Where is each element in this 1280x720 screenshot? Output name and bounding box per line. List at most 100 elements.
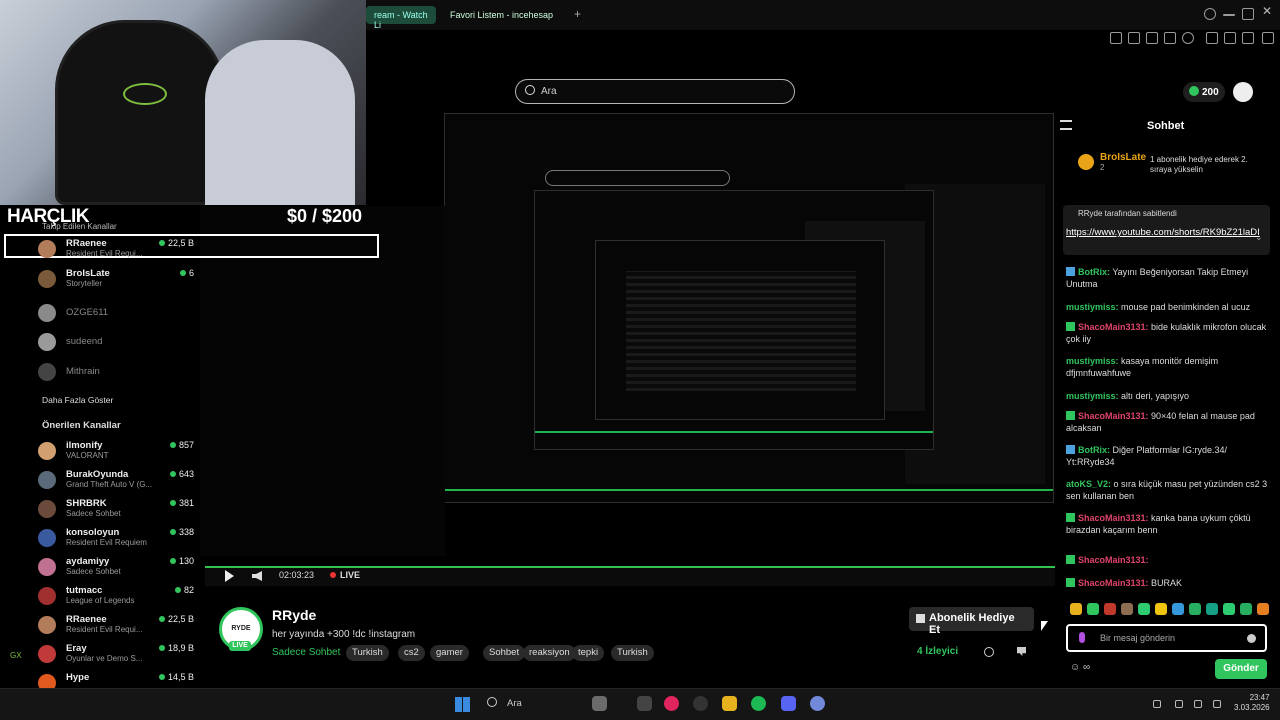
emote-icon[interactable] xyxy=(1155,603,1167,615)
tag-turkish[interactable]: Turkish xyxy=(611,645,654,661)
emote-icon[interactable] xyxy=(1189,603,1201,615)
chat-username[interactable]: mustiymiss: xyxy=(1066,391,1119,401)
spotify-icon[interactable] xyxy=(751,696,766,711)
show-more-link[interactable]: Daha Fazla Göster xyxy=(42,395,113,405)
chat-username[interactable]: atoKS_V2: xyxy=(1066,479,1111,489)
chat-title: Sohbet xyxy=(1147,120,1185,132)
taskbar-search[interactable]: Ara xyxy=(487,697,522,709)
emote-icon[interactable] xyxy=(1223,603,1235,615)
search-icon[interactable] xyxy=(1204,8,1216,20)
chat-username[interactable]: ShacoMain3131: xyxy=(1078,411,1149,421)
channel-item[interactable]: BurakOyunda Grand Theft Auto V (G... 643 xyxy=(38,469,194,491)
emote-icon[interactable] xyxy=(1206,603,1218,615)
new-tab-button[interactable]: + xyxy=(566,3,582,21)
mic-tray-icon[interactable] xyxy=(1175,700,1183,708)
chat-username[interactable]: ShacoMain3131: xyxy=(1078,555,1149,565)
taskbar-clock[interactable]: 23:47 3.03.2026 xyxy=(1234,693,1270,713)
coin-balance[interactable]: 200 xyxy=(1183,82,1225,102)
channel-item[interactable]: konsoloyun Resident Evil Requiem 338 xyxy=(38,527,194,549)
share-icon[interactable] xyxy=(984,647,994,657)
opera-gx-icon[interactable] xyxy=(664,696,679,711)
settings-icon[interactable] xyxy=(781,696,796,711)
chat-username[interactable]: BotRix: xyxy=(1078,267,1110,277)
heart-icon[interactable] xyxy=(1182,32,1194,44)
tag-turkish[interactable]: Turkish xyxy=(346,645,389,661)
channel-item[interactable]: OZGE611 xyxy=(38,302,194,324)
send-button[interactable]: Gönder xyxy=(1215,659,1267,679)
tray-chevron-icon[interactable] xyxy=(1153,700,1161,708)
minimize-icon[interactable] xyxy=(1223,14,1235,16)
emote-icon[interactable] xyxy=(1104,603,1116,615)
gift-leader-name[interactable]: BroIsLate xyxy=(1100,152,1146,163)
chat-username[interactable]: ShacoMain3131: xyxy=(1078,578,1149,588)
emote-icon[interactable] xyxy=(1240,603,1252,615)
chat-text: BURAK xyxy=(1148,578,1183,588)
emoji-icon[interactable] xyxy=(1247,634,1256,643)
tab-stream[interactable]: ream - Watch Li xyxy=(366,6,436,30)
more-icon[interactable] xyxy=(1017,647,1026,656)
channel-item[interactable]: tutmacc League of Legends 82 xyxy=(38,585,194,607)
user-avatar[interactable] xyxy=(1233,82,1253,102)
chevron-down-icon[interactable]: ⌄ xyxy=(1255,232,1263,243)
channel-item[interactable]: ilmonify VALORANT 857 xyxy=(38,440,194,462)
channel-item[interactable]: BroIsLate Storyteller 6 xyxy=(38,268,194,290)
infinity-icon[interactable]: ∞ xyxy=(1083,662,1090,673)
search-input[interactable]: Ara xyxy=(515,79,795,104)
wildlife-widget-icon[interactable] xyxy=(592,696,607,711)
stream-video[interactable] xyxy=(200,110,1055,570)
emote-icon[interactable] xyxy=(1121,603,1133,615)
chat-username[interactable]: ShacoMain3131: xyxy=(1078,322,1149,332)
pinned-link[interactable]: https://www.youtube.com/shorts/RK9bZ21la… xyxy=(1066,227,1260,239)
tag-cs2[interactable]: cs2 xyxy=(398,645,425,661)
download-icon[interactable] xyxy=(1242,32,1254,44)
emote-icon[interactable] xyxy=(1172,603,1184,615)
channel-item[interactable]: aydamiyy Sadece Sohbet 130 xyxy=(38,556,194,578)
emote-icon[interactable] xyxy=(1087,603,1099,615)
channel-item[interactable]: sudeend xyxy=(38,331,194,353)
close-icon[interactable]: ✕ xyxy=(1262,4,1274,18)
chat-username[interactable]: mustiymiss: xyxy=(1066,302,1119,312)
chat-username[interactable]: mustiymiss: xyxy=(1066,356,1119,366)
bookmark-icon[interactable] xyxy=(1110,32,1122,44)
play-icon[interactable] xyxy=(1164,32,1176,44)
file-explorer-icon[interactable] xyxy=(722,696,737,711)
steam-icon[interactable] xyxy=(693,696,708,711)
tag-tepki[interactable]: tepki xyxy=(572,645,605,661)
emote-icon[interactable] xyxy=(1070,603,1082,615)
chat-icon[interactable]: ☺ xyxy=(1070,662,1080,673)
collapse-chat-icon[interactable] xyxy=(1060,120,1072,130)
live-dot xyxy=(169,471,176,477)
wifi-icon[interactable] xyxy=(1194,700,1202,708)
channel-item[interactable]: RRaenee Resident Evil Requi... 22,5 B xyxy=(38,238,194,260)
mic-icon[interactable] xyxy=(1079,632,1085,643)
tag-sohbet[interactable]: Sohbet xyxy=(483,645,526,661)
chat-username[interactable]: BotRix: xyxy=(1078,445,1110,455)
channel-item[interactable]: Eray Oyunlar ve Demo S... 18,9 B xyxy=(38,643,194,665)
extensions-icon[interactable] xyxy=(1206,32,1218,44)
channel-avatar xyxy=(38,616,56,634)
tag-reaksiyon[interactable]: reaksiyon xyxy=(523,645,576,661)
task-view-icon[interactable] xyxy=(637,696,652,711)
page-icon[interactable] xyxy=(1128,32,1140,44)
channel-item[interactable]: SHRBRK Sadece Sohbet 381 xyxy=(38,498,194,520)
menu-icon[interactable] xyxy=(1262,32,1274,44)
wallet-icon[interactable] xyxy=(1224,32,1236,44)
streamer-name[interactable]: RRyde xyxy=(272,607,316,623)
stream-category[interactable]: Sadece Sohbet xyxy=(272,647,340,658)
channel-item[interactable]: RRaenee Resident Evil Requi... 22,5 B xyxy=(38,614,194,636)
tab-favorites[interactable]: Favori Listem - incehesap xyxy=(442,6,562,24)
chat-text: altı deri, yapışıyo xyxy=(1118,391,1190,401)
emote-icon[interactable] xyxy=(1257,603,1269,615)
tag-gamer[interactable]: gamer xyxy=(430,645,469,661)
speaker-icon[interactable] xyxy=(1213,700,1221,708)
windows-start-icon[interactable] xyxy=(455,697,470,712)
chat-input[interactable]: Bir mesaj gönderin xyxy=(1066,624,1267,652)
play-icon[interactable] xyxy=(225,570,234,582)
maximize-icon[interactable] xyxy=(1242,8,1254,20)
channel-item[interactable]: Mithrain xyxy=(38,361,194,383)
gift-subscription-button[interactable]: Abonelik Hediye Et xyxy=(909,607,1034,636)
camera-icon[interactable] xyxy=(1146,32,1158,44)
emote-icon[interactable] xyxy=(1138,603,1150,615)
discord-icon[interactable] xyxy=(810,696,825,711)
chat-username[interactable]: ShacoMain3131: xyxy=(1078,513,1149,523)
